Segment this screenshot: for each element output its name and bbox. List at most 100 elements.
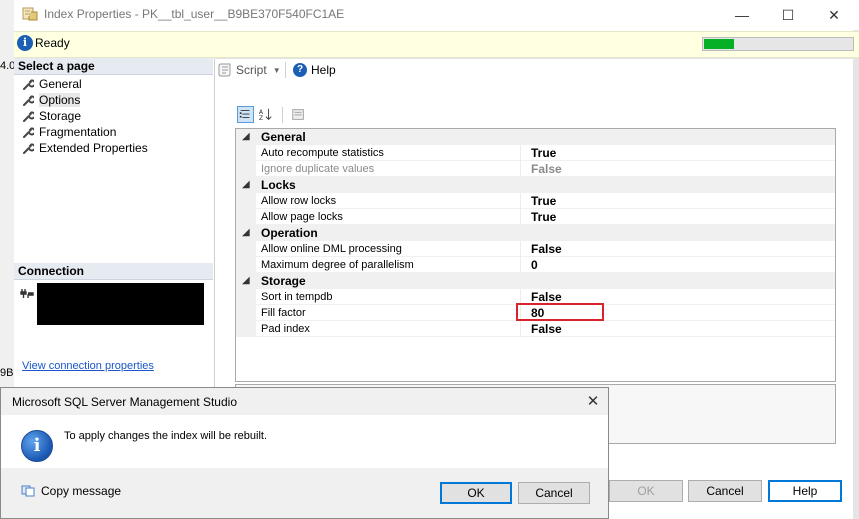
grid-row-gutter <box>236 145 256 161</box>
grid-property-row[interactable]: Pad index False <box>236 321 835 337</box>
grid-property-value[interactable]: True <box>531 145 556 161</box>
grid-column-divider <box>520 209 521 225</box>
help-label: Help <box>311 63 336 77</box>
grid-property-row[interactable]: Auto recompute statistics True <box>236 145 835 161</box>
grid-column-divider <box>520 193 521 209</box>
grid-property-value[interactable]: 0 <box>531 257 538 273</box>
grid-category-label: Locks <box>261 178 296 192</box>
dialog-close-button[interactable]: ✕ <box>578 390 608 412</box>
grid-category-label: Storage <box>261 274 306 288</box>
grid-property-name: Allow online DML processing <box>261 243 402 255</box>
grid-property-row[interactable]: Maximum degree of parallelism 0 <box>236 257 835 273</box>
close-icon: ✕ <box>828 6 840 23</box>
cancel-button[interactable]: Cancel <box>688 480 762 502</box>
grid-column-divider <box>520 321 521 337</box>
grid-property-value[interactable]: False <box>531 321 562 337</box>
maximize-button[interactable]: ☐ <box>765 0 811 30</box>
close-icon: ✕ <box>586 393 600 410</box>
toolbar-separator <box>285 62 286 78</box>
svg-text:Z: Z <box>259 115 263 122</box>
grid-row-gutter <box>236 241 256 257</box>
wrench-icon <box>23 111 34 122</box>
dialog-cancel-button[interactable]: Cancel <box>518 482 590 504</box>
view-connection-properties-link[interactable]: View connection properties <box>22 360 154 372</box>
collapse-chevron-icon[interactable]: ◢ <box>242 225 250 241</box>
status-text: Ready <box>35 36 70 50</box>
copy-message-link[interactable]: Copy message <box>41 484 121 498</box>
collapse-chevron-icon[interactable]: ◢ <box>242 273 250 289</box>
fill-factor-highlight-box <box>516 303 604 321</box>
toolbar-separator <box>282 107 283 123</box>
grid-property-row[interactable]: Allow online DML processing False <box>236 241 835 257</box>
maximize-icon: ☐ <box>781 6 795 23</box>
copy-icon <box>21 485 35 497</box>
help-button[interactable]: ? Help <box>293 61 336 79</box>
grid-row-gutter <box>236 209 256 225</box>
minimize-icon: — <box>735 7 749 23</box>
page-item-extended-properties[interactable]: Extended Properties <box>22 140 148 156</box>
property-pages-icon <box>292 109 304 120</box>
grid-row-gutter <box>236 257 256 273</box>
grid-property-row[interactable]: Allow page locks True <box>236 209 835 225</box>
background-window-edge <box>853 30 859 519</box>
page-item-fragmentation[interactable]: Fragmentation <box>22 124 116 140</box>
dialog-title: Microsoft SQL Server Management Studio <box>12 395 237 409</box>
categorized-icon <box>239 110 250 119</box>
ok-button[interactable]: OK <box>609 480 683 502</box>
grid-property-value[interactable]: False <box>531 241 562 257</box>
grid-row-gutter <box>236 193 256 209</box>
page-item-options[interactable]: Options <box>22 92 81 108</box>
connection-plug-icon <box>20 289 34 298</box>
grid-column-divider <box>520 145 521 161</box>
chevron-down-icon: ▼ <box>272 65 281 75</box>
grid-property-name: Pad index <box>261 323 310 335</box>
grid-property-name: Maximum degree of parallelism <box>261 259 414 271</box>
close-button[interactable]: ✕ <box>811 0 857 30</box>
grid-property-row[interactable]: Ignore duplicate values False <box>236 161 835 177</box>
property-grid: ◢ General Auto recompute statistics True Ign… <box>235 128 836 382</box>
grid-category-row[interactable]: ◢ Locks <box>236 177 835 193</box>
progress-fill <box>704 39 734 49</box>
page-item-label: Storage <box>39 109 82 123</box>
grid-property-value[interactable]: True <box>531 193 556 209</box>
grid-property-value[interactable]: True <box>531 209 556 225</box>
redacted-connection-info <box>37 283 204 325</box>
connection-header: Connection <box>14 263 213 280</box>
grid-property-name: Fill factor <box>261 307 306 319</box>
collapse-chevron-icon[interactable]: ◢ <box>242 177 250 193</box>
wrench-icon <box>23 143 34 154</box>
grid-property-row[interactable]: Allow row locks True <box>236 193 835 209</box>
property-pages-button[interactable] <box>290 106 307 123</box>
grid-property-name: Allow row locks <box>261 195 337 207</box>
alphabetical-view-button[interactable]: AZ <box>257 106 274 123</box>
grid-property-value[interactable]: False <box>531 161 562 177</box>
page-item-general[interactable]: General <box>22 76 82 92</box>
help-footer-button[interactable]: Help <box>768 480 842 502</box>
wrench-icon <box>23 79 34 90</box>
background-text-fragment: 4.0 <box>0 60 16 72</box>
minimize-button[interactable]: — <box>719 0 765 30</box>
collapse-chevron-icon[interactable]: ◢ <box>242 129 250 145</box>
grid-property-name: Auto recompute statistics <box>261 147 384 159</box>
grid-row-gutter <box>236 289 256 305</box>
grid-property-name: Ignore duplicate values <box>261 163 375 175</box>
script-label: Script <box>236 63 267 77</box>
dialog-ok-button[interactable]: OK <box>440 482 512 504</box>
grid-category-label: Operation <box>261 226 318 240</box>
grid-category-row[interactable]: ◢ General <box>236 129 835 145</box>
wrench-icon <box>23 127 34 138</box>
grid-category-row[interactable]: ◢ Storage <box>236 273 835 289</box>
page-item-label: Extended Properties <box>39 141 148 155</box>
grid-category-label: General <box>261 130 306 144</box>
script-button[interactable]: Script ▼ <box>218 61 281 79</box>
grid-category-row[interactable]: ◢ Operation <box>236 225 835 241</box>
page-item-label: Fragmentation <box>39 125 117 139</box>
grid-row-gutter <box>236 161 256 177</box>
grid-row-gutter <box>236 305 256 321</box>
page-item-storage[interactable]: Storage <box>22 108 81 124</box>
grid-property-name: Sort in tempdb <box>261 291 333 303</box>
grid-column-divider <box>520 257 521 273</box>
categorized-view-button[interactable] <box>237 106 254 123</box>
sort-alpha-icon: AZ <box>259 108 272 122</box>
script-icon <box>218 63 231 77</box>
